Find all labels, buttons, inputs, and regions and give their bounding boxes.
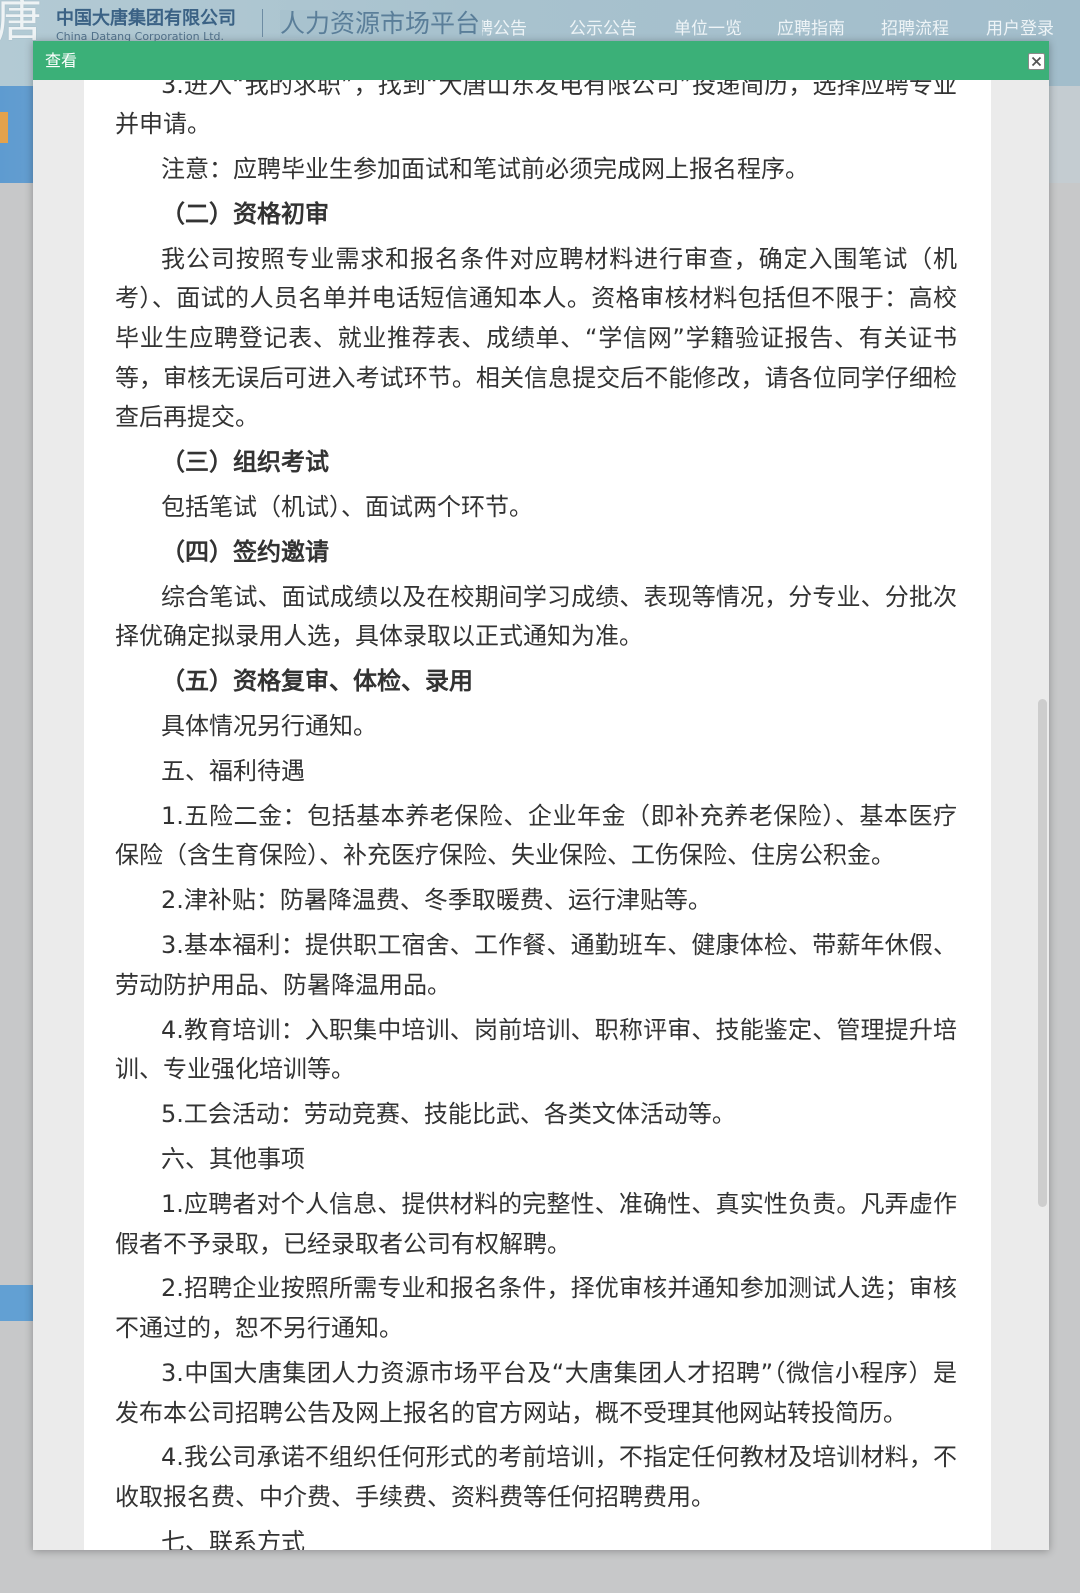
dialog-titlebar: 查看 — [33, 41, 1049, 80]
document-line: 五、福利待遇 — [161, 756, 305, 785]
document-line: 4.教育培训：入职集中培训、岗前培训、职称评审、技能鉴定、管理提升培 — [161, 1015, 957, 1044]
document-line: 假者不予录取，已经录取者公司有权解聘。 — [115, 1229, 571, 1258]
document-line: 2.招聘企业按照所需专业和报名条件，择优审核并通知参加测试人选；审核 — [161, 1274, 957, 1303]
document-line: 六、其他事项 — [161, 1145, 305, 1174]
document-line: 3.进入“我的求职”，找到“大唐山东发电有限公司”投递简历，选择应聘专业 — [161, 80, 957, 99]
document-line: 七、联系方式 — [161, 1527, 305, 1550]
nav-item-public-notices[interactable]: 公示公告 — [569, 20, 637, 39]
document-line: 3.基本福利：提供职工宿舍、工作餐、通勤班车、健康体检、带薪年休假、 — [161, 931, 957, 960]
section-heading-text: （二）资格初审 — [161, 199, 329, 228]
close-button[interactable] — [1028, 53, 1045, 70]
document-line: 并申请。 — [115, 110, 211, 139]
nav-item-application-guide[interactable]: 应聘指南 — [777, 20, 845, 39]
document-paragraph: 1.五险二金：包括基本养老保险、企业年金（即补充养老保险）、基本医疗 保险（含生… — [115, 797, 957, 876]
document-line: 不通过的，恕不另行通知。 — [115, 1314, 403, 1343]
section-heading-text: （五）资格复审、体检、录用 — [161, 667, 473, 696]
document-line: 毕业生应聘登记表、就业推荐表、成绩单、“学信网”学籍验证报告、有关证书 — [115, 323, 957, 352]
document-page: 3.进入“我的求职”，找到“大唐山东发电有限公司”投递简历，选择应聘专业 并申请… — [84, 80, 991, 1550]
document-line: 1.五险二金：包括基本养老保险、企业年金（即补充养老保险）、基本医疗 — [161, 801, 957, 830]
document-paragraph: 六、其他事项 — [115, 1140, 957, 1180]
document-line: 保险（含生育保险）、补充医疗保险、失业保险、工伤保险、住房公积金。 — [115, 841, 895, 870]
dialog-title: 查看 — [45, 51, 78, 70]
document-line: 综合笔试、面试成绩以及在校期间学习成绩、表现等情况，分专业、分批次 — [161, 582, 957, 611]
document-line: 注意：应聘毕业生参加面试和笔试前必须完成网上报名程序。 — [161, 154, 809, 183]
document-line: 3.中国大唐集团人力资源市场平台及“大唐集团人才招聘”（微信小程序）是 — [161, 1358, 957, 1387]
document-line: 查后再提交。 — [115, 403, 259, 432]
document-paragraph: 5.工会活动：劳动竞赛、技能比武、各类文体活动等。 — [115, 1095, 957, 1135]
nav-item-recruitment-process[interactable]: 招聘流程 — [881, 20, 949, 39]
platform-title: 人力资源市场平台 — [280, 9, 483, 38]
view-dialog: 查看 3.进入“我的求职”，找到“大唐山东发电有限公司”投递简历，选择应聘专业 … — [33, 41, 1049, 1550]
nav-item-user-login[interactable]: 用户登录 — [986, 20, 1054, 39]
document-paragraph: 4.我公司承诺不组织任何形式的考前培训，不指定任何教材及培训材料，不 收取报名费… — [115, 1438, 957, 1517]
dialog-content-scroll[interactable]: 3.进入“我的求职”，找到“大唐山东发电有限公司”投递简历，选择应聘专业 并申请… — [33, 80, 1049, 1550]
document-paragraph: 3.基本福利：提供职工宿舍、工作餐、通勤班车、健康体检、带薪年休假、 劳动防护用… — [115, 926, 957, 1005]
document-paragraph: 具体情况另行通知。 — [115, 707, 957, 747]
close-icon — [1031, 56, 1042, 67]
nav-item-company-list[interactable]: 单位一览 — [674, 20, 742, 39]
section-heading: （五）资格复审、体检、录用 — [115, 662, 957, 702]
document-text: 3.进入“我的求职”，找到“大唐山东发电有限公司”投递简历，选择应聘专业 并申请… — [115, 80, 957, 1550]
section-heading-text: （三）组织考试 — [161, 448, 329, 477]
document-paragraph: 3.进入“我的求职”，找到“大唐山东发电有限公司”投递简历，选择应聘专业 并申请… — [115, 80, 957, 145]
document-paragraph: 3.中国大唐集团人力资源市场平台及“大唐集团人才招聘”（微信小程序）是 发布本公… — [115, 1354, 957, 1433]
document-paragraph: 五、福利待遇 — [115, 752, 957, 792]
logo-company-name: 中国大唐集团有限公司 — [56, 8, 236, 29]
header-divider — [262, 9, 263, 37]
document-line: 考）、面试的人员名单并电话短信通知本人。资格审核材料包括但不限于：高校 — [115, 284, 957, 313]
document-line: 4.我公司承诺不组织任何形式的考前培训，不指定任何教材及培训材料，不 — [161, 1443, 957, 1472]
document-paragraph: 注意：应聘毕业生参加面试和笔试前必须完成网上报名程序。 — [115, 150, 957, 190]
document-line: 包括笔试（机试）、面试两个环节。 — [161, 492, 533, 521]
document-paragraph: 2.津补贴：防暑降温费、冬季取暖费、运行津贴等。 — [115, 881, 957, 921]
banner-accent — [0, 112, 8, 143]
document-line: 劳动防护用品、防暑降温用品。 — [115, 970, 451, 999]
document-line: 训、专业强化培训等。 — [115, 1055, 355, 1084]
document-paragraph: 1.应聘者对个人信息、提供材料的完整性、准确性、真实性负责。凡弄虚作 假者不予录… — [115, 1185, 957, 1264]
document-paragraph: 综合笔试、面试成绩以及在校期间学习成绩、表现等情况，分专业、分批次 择优确定拟录… — [115, 578, 957, 657]
document-line: 具体情况另行通知。 — [161, 712, 377, 741]
document-line: 等，审核无误后可进入考试环节。相关信息提交后不能修改，请各位同学仔细检 — [115, 363, 957, 392]
document-paragraph: 2.招聘企业按照所需专业和报名条件，择优审核并通知参加测试人选；审核 不通过的，… — [115, 1269, 957, 1348]
section-heading-text: （四）签约邀请 — [161, 537, 329, 566]
document-line: 1.应聘者对个人信息、提供材料的完整性、准确性、真实性负责。凡弄虚作 — [161, 1189, 957, 1218]
section-heading: （三）组织考试 — [115, 443, 957, 483]
logo-emblem: 唐 — [0, 0, 42, 47]
section-heading: （四）签约邀请 — [115, 533, 957, 573]
scrollbar-thumb[interactable] — [1038, 699, 1047, 1207]
document-line: 择优确定拟录用人选，具体录取以正式通知为准。 — [115, 622, 643, 651]
document-paragraph: 我公司按照专业需求和报名条件对应聘材料进行审查，确定入围笔试（机 考）、面试的人… — [115, 240, 957, 438]
document-paragraph: 4.教育培训：入职集中培训、岗前培训、职称评审、技能鉴定、管理提升培 训、专业强… — [115, 1011, 957, 1090]
document-line: 2.津补贴：防暑降温费、冬季取暖费、运行津贴等。 — [161, 886, 712, 915]
document-line: 5.工会活动：劳动竞赛、技能比武、各类文体活动等。 — [161, 1100, 736, 1129]
document-line: 发布本公司招聘公告及网上报名的官方网站，概不受理其他网站转投简历。 — [115, 1398, 907, 1427]
document-paragraph: 七、联系方式 — [115, 1523, 957, 1550]
document-line: 收取报名费、中介费、手续费、资料费等任何招聘费用。 — [115, 1483, 715, 1512]
document-line: 我公司按照专业需求和报名条件对应聘材料进行审查，确定入围笔试（机 — [161, 244, 957, 273]
section-heading: （二）资格初审 — [115, 195, 957, 235]
document-paragraph: 包括笔试（机试）、面试两个环节。 — [115, 488, 957, 528]
